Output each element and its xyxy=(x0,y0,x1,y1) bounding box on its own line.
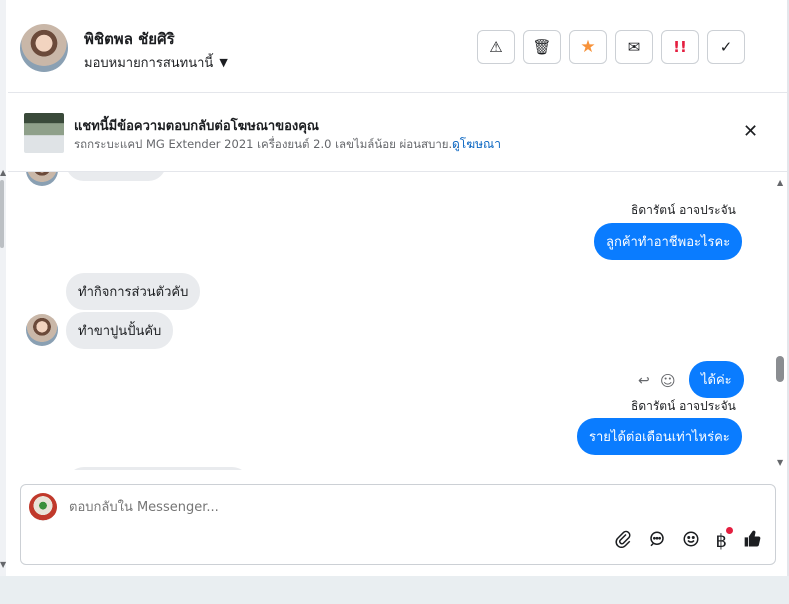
delete-button[interactable]: 🗑 xyxy=(523,30,561,64)
message-bubble-outgoing[interactable]: รายได้ต่อเดือนเท่าไหร่คะ xyxy=(577,418,742,455)
composer-tools: ฿ xyxy=(614,527,763,554)
emoji-icon[interactable] xyxy=(682,530,700,553)
notification-dot xyxy=(726,527,733,534)
message-bubble-incoming[interactable]: ทำกิจการส่วนตัวคับ xyxy=(66,273,201,310)
paperclip-icon[interactable] xyxy=(614,530,632,553)
message-thread[interactable]: ธิดารัตน์ อาจประจัน ลูกค้าทำอาชีพอะไรคะ … xyxy=(8,172,778,470)
baht-symbol: ฿ xyxy=(715,531,727,552)
double-exclamation-icon: !! xyxy=(673,38,687,56)
scroll-thumb[interactable] xyxy=(776,356,784,382)
conversation-toolbar: ⚠ 🗑 ★ ✉ !! ✓ xyxy=(477,30,745,64)
mark-urgent-button[interactable]: !! xyxy=(661,30,699,64)
thumbs-up-icon[interactable] xyxy=(743,529,763,554)
message-bubble-incoming[interactable] xyxy=(66,172,166,181)
trash-icon: 🗑 xyxy=(532,38,552,56)
sender-name: ธิดารัตน์ อาจประจัน xyxy=(631,399,736,413)
warning-icon: ⚠ xyxy=(489,38,503,56)
mark-unread-button[interactable]: ✉ xyxy=(615,30,653,64)
react-emoji-icon[interactable]: ☺ xyxy=(660,372,676,390)
close-icon[interactable]: ✕ xyxy=(743,121,758,142)
message-bubble-incoming[interactable] xyxy=(66,467,250,470)
ad-banner-subtitle: รถกระบะแคป MG Extender 2021 เครื่องยนต์ … xyxy=(74,137,460,151)
sender-name: ธิดารัตน์ อาจประจัน xyxy=(631,203,736,217)
contact-name[interactable]: พิชิตพล ชัยศิริ xyxy=(84,27,175,51)
assign-label: มอบหมายการสนทนานี้ xyxy=(84,56,214,71)
message-bubble-incoming[interactable]: ทำขาปูนปั้นคับ xyxy=(66,312,174,349)
star-button[interactable]: ★ xyxy=(569,30,607,64)
scroll-down-arrow-icon[interactable]: ▼ xyxy=(777,458,783,467)
message-composer: ฿ xyxy=(20,484,776,565)
contact-avatar[interactable] xyxy=(20,24,68,72)
contact-avatar-small xyxy=(26,314,58,346)
baht-icon[interactable]: ฿ xyxy=(715,527,733,552)
reply-input[interactable] xyxy=(67,499,671,516)
message-bubble-outgoing[interactable]: ได้ค่ะ xyxy=(689,361,744,398)
report-spam-button[interactable]: ⚠ xyxy=(477,30,515,64)
contact-avatar-small xyxy=(26,172,58,186)
scroll-thumb[interactable] xyxy=(0,180,4,248)
left-scrollbar[interactable]: ▲ ▼ xyxy=(0,0,6,604)
bottom-panel xyxy=(0,576,789,604)
ad-banner-title: แชทนี้มีข้อความตอบกลับต่อโฆษณาของคุณ xyxy=(74,119,319,134)
page-avatar xyxy=(29,493,57,521)
star-icon: ★ xyxy=(580,37,596,57)
view-ad-link[interactable]: ดูโฆษณา xyxy=(452,135,501,154)
envelope-open-icon: ✉ xyxy=(627,38,641,56)
message-bubble-outgoing[interactable]: ลูกค้าทำอาชีพอะไรคะ xyxy=(594,223,743,260)
ad-reply-banner: แชทนี้มีข้อความตอบกลับต่อโฆษณาของคุณ รถก… xyxy=(8,93,787,172)
scroll-up-arrow-icon[interactable]: ▲ xyxy=(777,178,783,187)
scroll-up-arrow-icon[interactable]: ▲ xyxy=(0,168,6,177)
chat-bubble-icon[interactable] xyxy=(648,530,666,553)
mark-done-button[interactable]: ✓ xyxy=(707,30,745,64)
reply-arrow-icon[interactable]: ↩ xyxy=(638,373,650,389)
ad-thumbnail[interactable] xyxy=(24,113,64,153)
thread-scrollbar[interactable]: ▲ ▼ xyxy=(775,172,787,470)
conversation-header: พิชิตพล ชัยศิริ มอบหมายการสนทนานี้ ▼ ⚠ 🗑… xyxy=(8,0,787,93)
assign-conversation-dropdown[interactable]: มอบหมายการสนทนานี้ ▼ xyxy=(84,52,228,73)
scroll-down-arrow-icon[interactable]: ▼ xyxy=(0,560,6,569)
caret-down-icon: ▼ xyxy=(219,56,228,69)
checkmark-icon: ✓ xyxy=(719,38,733,56)
